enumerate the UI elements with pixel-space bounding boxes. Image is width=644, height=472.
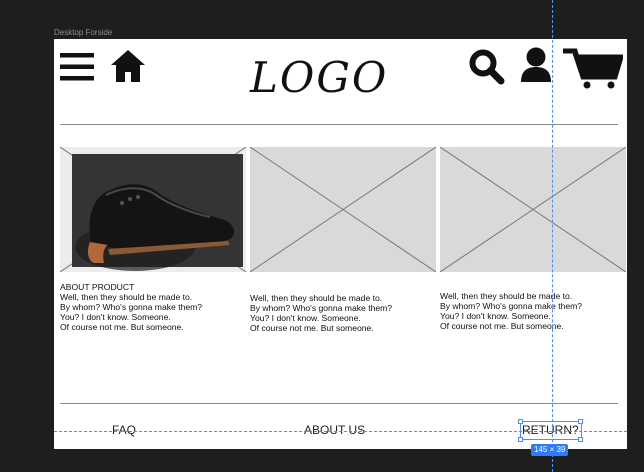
resize-handle-bottom-right[interactable] (578, 437, 583, 442)
frame-label[interactable]: Desktop Forside (54, 28, 112, 37)
vertical-guide-line (552, 0, 553, 472)
footer-divider (60, 403, 618, 404)
shoe-photo (60, 147, 246, 272)
product-image-3[interactable] (440, 147, 626, 272)
cart-icon[interactable] (563, 47, 623, 91)
selection-box[interactable] (520, 421, 582, 440)
image-placeholder-icon (250, 147, 436, 272)
header-divider (60, 124, 618, 125)
product-image-2[interactable] (250, 147, 436, 272)
footer-link-faq[interactable]: FAQ (112, 423, 136, 437)
resize-handle-bottom-left[interactable] (518, 437, 523, 442)
product-description-1[interactable]: Well, then they should be made to. By wh… (60, 292, 246, 332)
design-frame[interactable]: LOGO ABOUT PRODUCT Well, then they shoul… (54, 39, 627, 449)
product-description-2[interactable]: Well, then they should be made to. By wh… (250, 293, 436, 333)
product-image-1[interactable] (60, 147, 246, 272)
home-icon[interactable] (110, 49, 146, 83)
user-icon[interactable] (519, 47, 553, 83)
resize-handle-top-right[interactable] (578, 419, 583, 424)
footer-link-about-us[interactable]: ABOUT US (304, 423, 365, 437)
product-description-3[interactable]: Well, then they should be made to. By wh… (440, 291, 626, 331)
image-placeholder-icon (440, 147, 626, 272)
selection-size-badge: 145 × 39 (531, 444, 569, 456)
resize-handle-top-left[interactable] (518, 419, 523, 424)
product-title-1[interactable]: ABOUT PRODUCT (60, 282, 246, 292)
search-icon[interactable] (468, 49, 506, 85)
menu-icon[interactable] (60, 51, 96, 83)
logo[interactable]: LOGO (250, 43, 410, 113)
